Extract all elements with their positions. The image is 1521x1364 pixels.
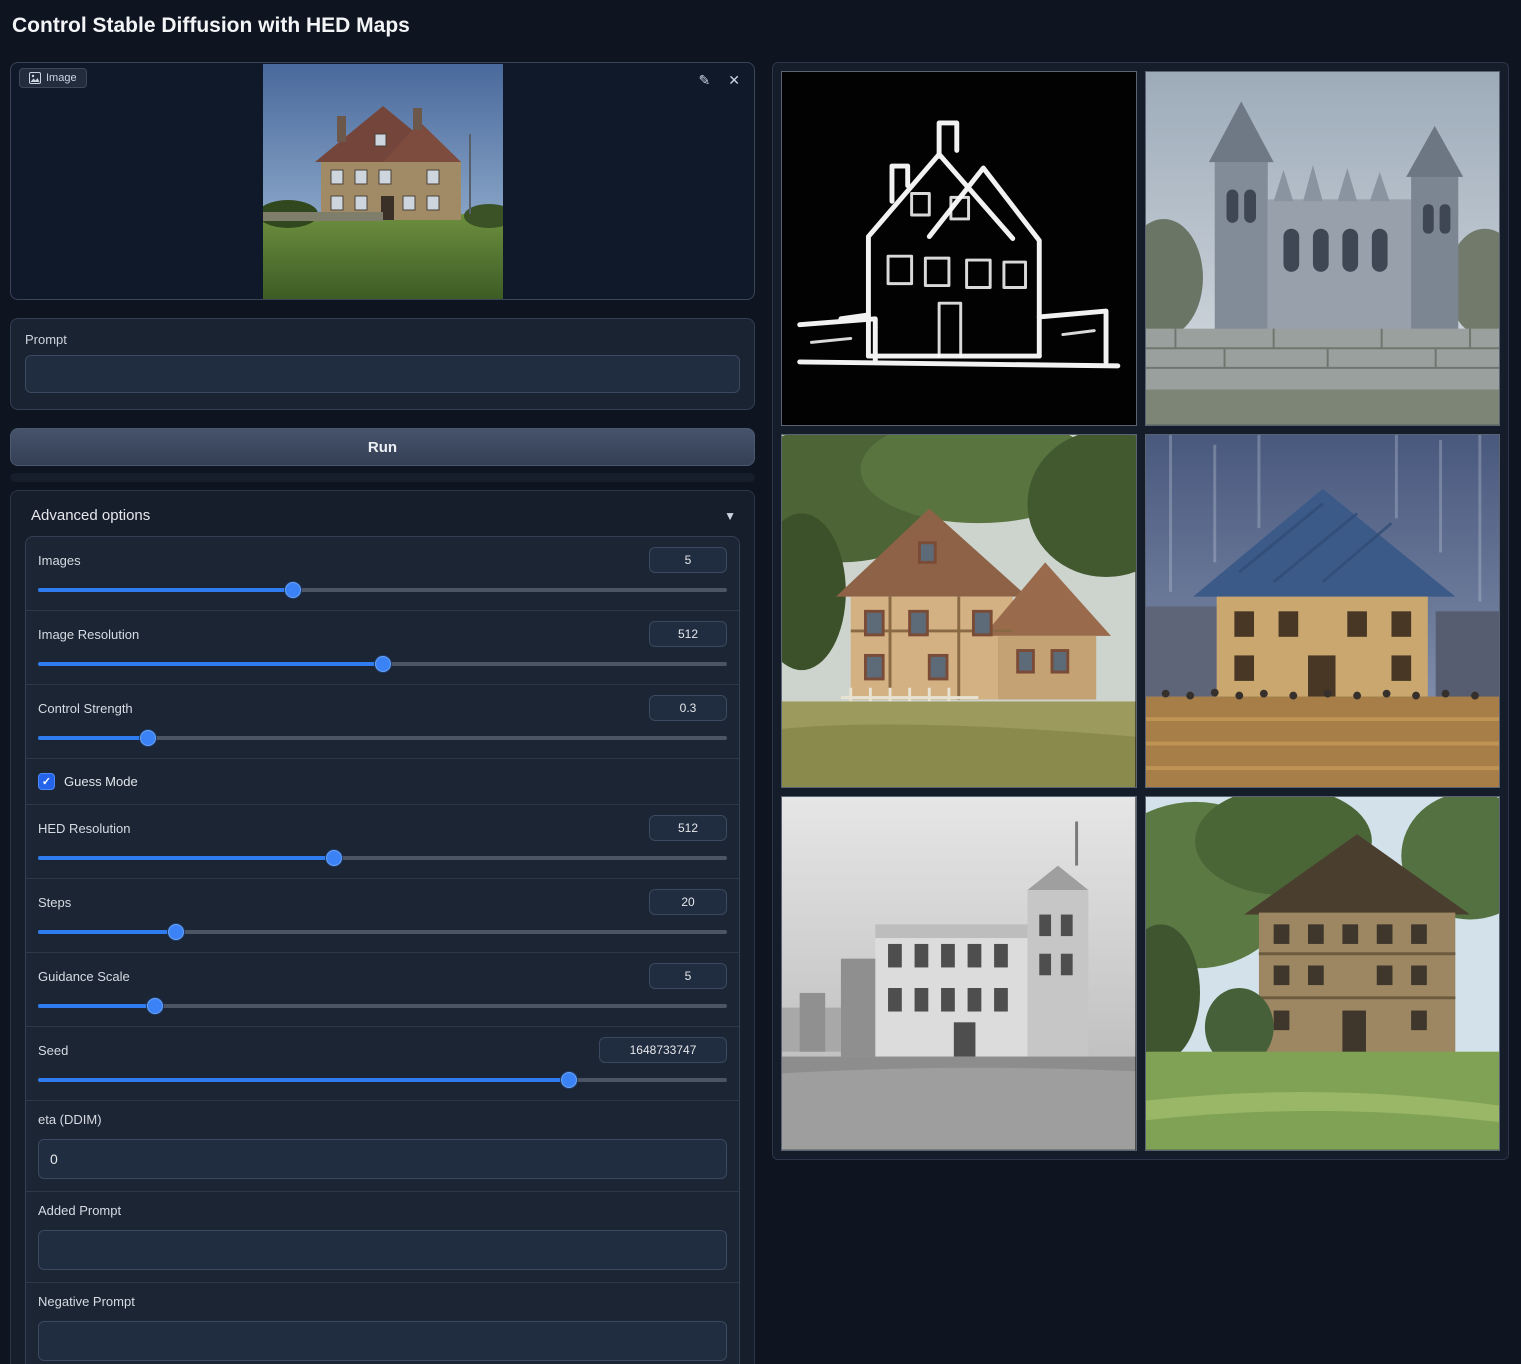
slider-thumb[interactable] bbox=[375, 656, 391, 672]
image-resolution-number-input[interactable] bbox=[649, 621, 727, 647]
guidance-scale-number-input[interactable] bbox=[649, 963, 727, 989]
image-upload-area[interactable]: Image ✎ ✕ bbox=[10, 62, 755, 300]
run-button[interactable]: Run bbox=[10, 428, 755, 466]
slider-thumb[interactable] bbox=[168, 924, 184, 940]
slider-fill bbox=[38, 736, 148, 740]
gallery-item-timber-house[interactable] bbox=[1145, 796, 1501, 1151]
slider-thumb[interactable] bbox=[147, 998, 163, 1014]
negative-prompt-input[interactable] bbox=[38, 1321, 727, 1361]
steps-label: Steps bbox=[38, 895, 71, 910]
prompt-input[interactable] bbox=[25, 355, 740, 393]
control-strength-slider[interactable] bbox=[38, 730, 727, 746]
seed-label: Seed bbox=[38, 1043, 68, 1058]
timber-house-output-image bbox=[1146, 797, 1500, 1150]
negative-prompt-group: Negative Prompt bbox=[26, 1282, 739, 1364]
image-icon bbox=[29, 72, 41, 84]
rainy-painting-output-image bbox=[1146, 435, 1500, 788]
image-type-badge: Image bbox=[19, 68, 87, 88]
control-strength-number-input[interactable] bbox=[649, 695, 727, 721]
app-root: Control Stable Diffusion with HED Maps I… bbox=[0, 0, 1521, 1364]
seed-slider-group: Seed bbox=[26, 1026, 739, 1100]
slider-fill bbox=[38, 662, 383, 666]
added-prompt-input[interactable] bbox=[38, 1230, 727, 1270]
seed-slider[interactable] bbox=[38, 1072, 727, 1088]
slider-fill bbox=[38, 1004, 155, 1008]
hed-resolution-label: HED Resolution bbox=[38, 821, 131, 836]
guess-mode-checkbox[interactable]: ✓ bbox=[38, 773, 55, 790]
hed-resolution-slider-group: HED Resolution bbox=[26, 804, 739, 878]
gallery-item-hed-map[interactable] bbox=[781, 71, 1137, 426]
page-title: Control Stable Diffusion with HED Maps bbox=[12, 14, 410, 38]
steps-number-input[interactable] bbox=[649, 889, 727, 915]
slider-thumb[interactable] bbox=[326, 850, 342, 866]
clear-image-button[interactable]: ✕ bbox=[726, 71, 742, 89]
guidance-scale-slider-group: Guidance Scale bbox=[26, 952, 739, 1026]
advanced-options-header[interactable]: Advanced options ▼ bbox=[25, 503, 740, 536]
images-slider-group: Images bbox=[26, 537, 739, 610]
image-resolution-label: Image Resolution bbox=[38, 627, 139, 642]
gallery-item-rainy-painting[interactable] bbox=[1145, 434, 1501, 789]
eta-input[interactable] bbox=[38, 1139, 727, 1179]
bw-building-output-image bbox=[782, 797, 1136, 1150]
check-icon: ✓ bbox=[42, 775, 51, 788]
gallery-item-bw-building[interactable] bbox=[781, 796, 1137, 1151]
gallery-item-castle[interactable] bbox=[1145, 71, 1501, 426]
steps-slider-group: Steps bbox=[26, 878, 739, 952]
seed-number-input[interactable] bbox=[599, 1037, 727, 1063]
image-actions: ✎ ✕ bbox=[697, 71, 742, 89]
guidance-scale-label: Guidance Scale bbox=[38, 969, 130, 984]
guidance-scale-slider[interactable] bbox=[38, 998, 727, 1014]
slider-thumb[interactable] bbox=[561, 1072, 577, 1088]
house-painting-output-image bbox=[782, 435, 1136, 788]
close-icon: ✕ bbox=[728, 72, 740, 88]
control-strength-label: Control Strength bbox=[38, 701, 133, 716]
prompt-panel: Prompt bbox=[10, 318, 755, 410]
control-strength-slider-group: Control Strength bbox=[26, 684, 739, 758]
hed-resolution-slider[interactable] bbox=[38, 850, 727, 866]
steps-slider[interactable] bbox=[38, 924, 727, 940]
edit-image-button[interactable]: ✎ bbox=[697, 71, 713, 89]
eta-group: eta (DDIM) bbox=[26, 1100, 739, 1191]
images-label: Images bbox=[38, 553, 81, 568]
run-button-shadow bbox=[10, 473, 755, 482]
image-badge-label: Image bbox=[46, 72, 77, 84]
collapse-arrow-icon[interactable]: ▼ bbox=[724, 509, 736, 523]
input-column: Image ✎ ✕ bbox=[10, 62, 755, 1364]
advanced-controls: Images Image Resolution bbox=[25, 536, 740, 1364]
pencil-icon: ✎ bbox=[699, 72, 711, 88]
guess-mode-group: ✓ Guess Mode bbox=[26, 758, 739, 804]
castle-output-image bbox=[1146, 72, 1500, 425]
image-resolution-slider-group: Image Resolution bbox=[26, 610, 739, 684]
slider-fill bbox=[38, 588, 293, 592]
hed-resolution-number-input[interactable] bbox=[649, 815, 727, 841]
images-slider[interactable] bbox=[38, 582, 727, 598]
advanced-options-panel: Advanced options ▼ Images bbox=[10, 490, 755, 1364]
gallery-item-house-painting[interactable] bbox=[781, 434, 1137, 789]
hed-edge-map-image bbox=[782, 72, 1136, 425]
slider-fill bbox=[38, 1078, 569, 1082]
image-resolution-slider[interactable] bbox=[38, 656, 727, 672]
slider-thumb[interactable] bbox=[140, 730, 156, 746]
advanced-options-title: Advanced options bbox=[31, 507, 150, 524]
images-number-input[interactable] bbox=[649, 547, 727, 573]
added-prompt-label: Added Prompt bbox=[38, 1203, 121, 1218]
slider-thumb[interactable] bbox=[285, 582, 301, 598]
added-prompt-group: Added Prompt bbox=[26, 1191, 739, 1282]
negative-prompt-label: Negative Prompt bbox=[38, 1294, 135, 1309]
prompt-label: Prompt bbox=[25, 332, 740, 347]
guess-mode-label: Guess Mode bbox=[64, 774, 138, 789]
slider-fill bbox=[38, 856, 334, 860]
output-gallery bbox=[772, 62, 1509, 1160]
slider-fill bbox=[38, 930, 176, 934]
eta-label: eta (DDIM) bbox=[38, 1112, 102, 1127]
input-house-photo bbox=[263, 64, 503, 299]
